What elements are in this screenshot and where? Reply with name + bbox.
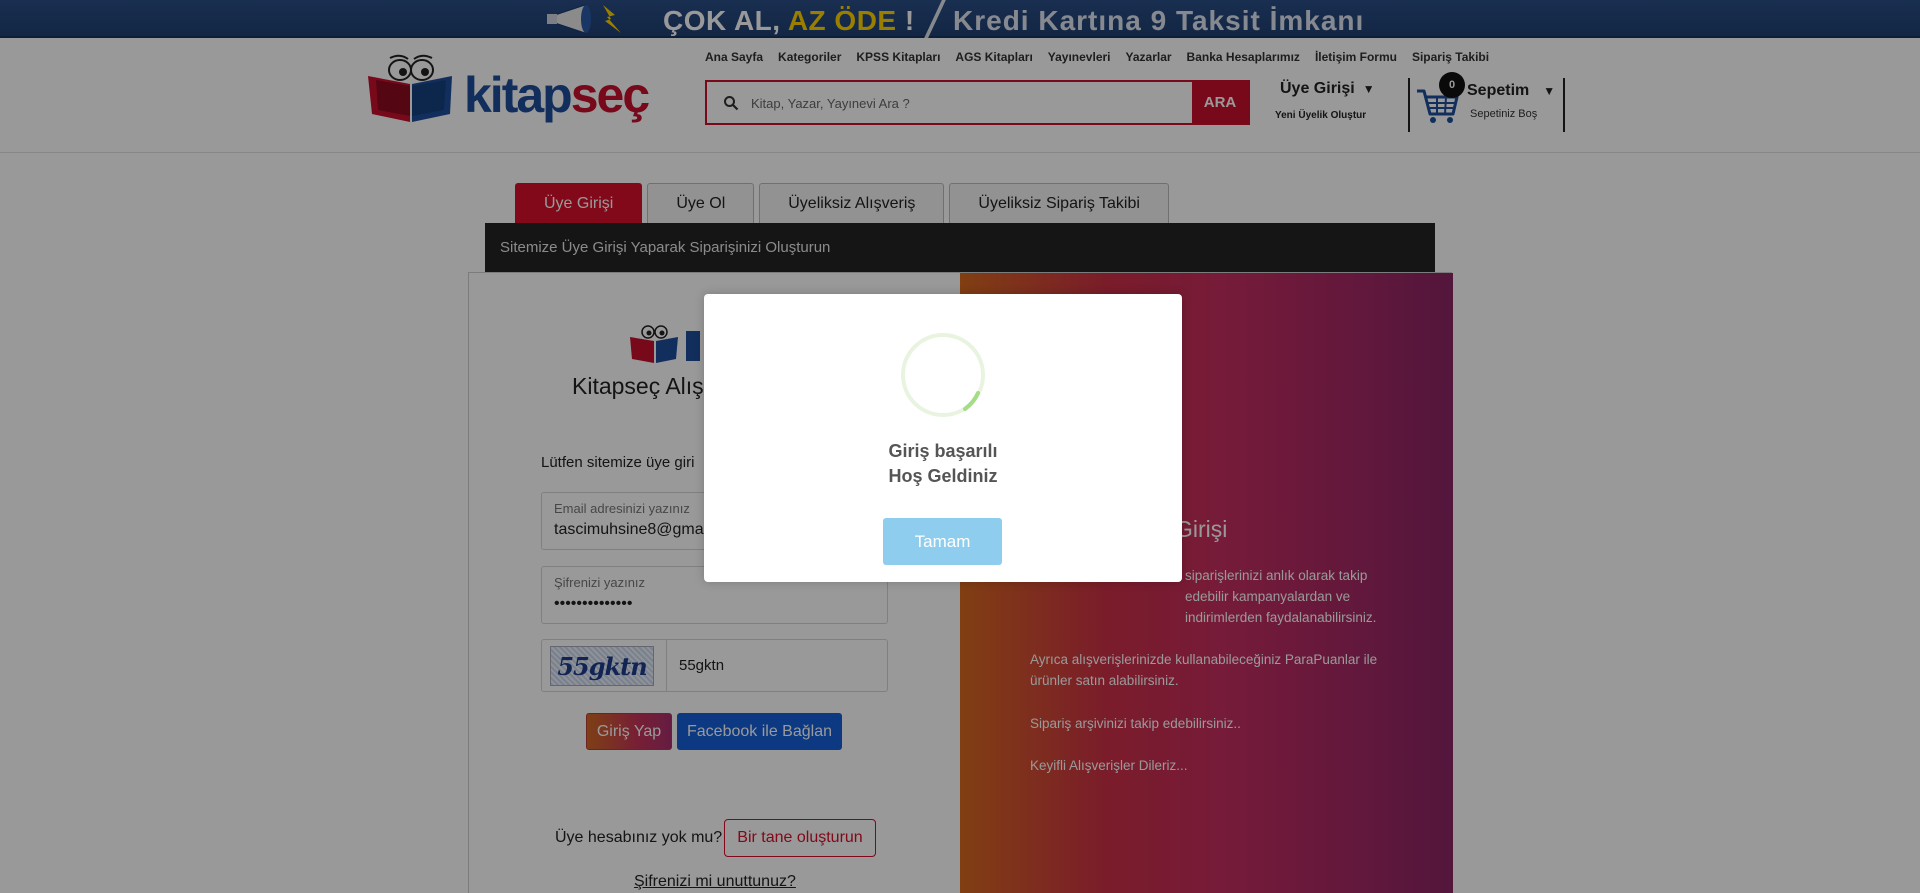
dialog-message-line-2: Hoş Geldiniz xyxy=(888,466,998,486)
dialog-message-line-1: Giriş başarılı xyxy=(888,441,998,461)
modal-overlay[interactable]: Giriş başarılı Hoş Geldiniz Tamam xyxy=(0,0,1920,893)
ok-button[interactable]: Tamam xyxy=(883,518,1002,565)
dialog-message: Giriş başarılı Hoş Geldiniz xyxy=(704,439,1182,489)
loading-spinner-icon xyxy=(901,333,985,417)
success-dialog: Giriş başarılı Hoş Geldiniz Tamam xyxy=(704,294,1182,582)
